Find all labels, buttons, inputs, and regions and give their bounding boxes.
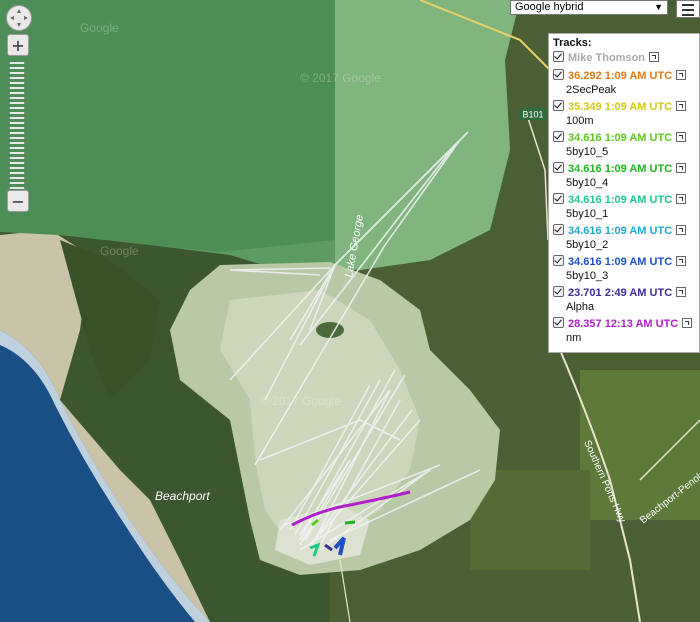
watermark-label: © 2017 Google — [260, 394, 341, 408]
track-value: 28.357 12:13 AM UTC — [568, 318, 679, 330]
beachport-label: Beachport — [155, 489, 210, 503]
external-link-icon[interactable] — [676, 256, 687, 266]
track-checkbox[interactable] — [553, 162, 564, 173]
track-value: 23.701 2:49 AM UTC — [568, 287, 673, 299]
track-value: 35.349 1:09 AM UTC — [568, 101, 673, 113]
track-checkbox[interactable] — [553, 131, 564, 142]
external-link-icon[interactable] — [676, 287, 687, 297]
track-checkbox[interactable] — [553, 69, 564, 80]
hamburger-icon — [682, 4, 694, 6]
track-item: 34.616 1:09 AM UTC 5by10_5 — [553, 131, 699, 162]
zoom-out-button[interactable]: − — [7, 190, 29, 212]
map-type-value: Google hybrid — [515, 1, 584, 13]
track-item: 28.357 12:13 AM UTC nm — [553, 317, 699, 348]
track-list: 36.292 1:09 AM UTC 2SecPeak 35.349 1:09 AM… — [553, 69, 699, 348]
external-link-icon[interactable] — [676, 70, 687, 80]
track-name: 5by10_2 — [566, 239, 609, 251]
track-checkbox[interactable] — [553, 193, 564, 204]
external-link-icon[interactable] — [676, 225, 687, 235]
external-link-icon[interactable] — [676, 194, 687, 204]
external-link-icon[interactable] — [682, 318, 693, 328]
tracks-heading: Tracks: — [553, 37, 592, 49]
track-item: 35.349 1:09 AM UTC 100m — [553, 100, 699, 131]
track-name: nm — [566, 332, 582, 344]
external-link-icon[interactable] — [676, 101, 687, 111]
track-name: 2SecPeak — [566, 84, 617, 96]
tracks-panel: Tracks: Mike Thomson 36.292 1:09 AM UTC 2… — [548, 33, 700, 353]
track-item: 34.616 1:09 AM UTC 5by10_4 — [553, 162, 699, 193]
track-value: 34.616 1:09 AM UTC — [568, 194, 673, 206]
track-value: 34.616 1:09 AM UTC — [568, 256, 673, 268]
track-name: 5by10_5 — [566, 146, 609, 158]
track-item: 36.292 1:09 AM UTC 2SecPeak — [553, 69, 699, 100]
pan-arrows-icon — [10, 9, 28, 27]
track-item: 34.616 1:09 AM UTC 5by10_2 — [553, 224, 699, 255]
dropdown-arrow-icon: ▼ — [654, 2, 663, 12]
track-name: 100m — [566, 115, 594, 127]
external-link-icon[interactable] — [676, 132, 687, 142]
watermark-label: Google — [80, 21, 119, 35]
map-type-select[interactable]: Google hybrid ▼ — [510, 0, 668, 15]
watermark-label: © 2017 Google — [300, 71, 381, 85]
watermark-label: Google — [100, 244, 139, 258]
track-value: 34.616 1:09 AM UTC — [568, 132, 673, 144]
road-b101-label: B101 — [522, 110, 543, 120]
track-name: 5by10_3 — [566, 270, 609, 282]
track-group: Mike Thomson — [553, 51, 699, 69]
external-link-icon[interactable] — [649, 52, 660, 62]
track-value: 36.292 1:09 AM UTC — [568, 70, 673, 82]
minus-icon: − — [11, 191, 25, 211]
track-checkbox[interactable] — [553, 255, 564, 266]
track-value: 34.616 1:09 AM UTC — [568, 225, 673, 237]
menu-button[interactable] — [676, 0, 700, 18]
track-item: 34.616 1:09 AM UTC 5by10_1 — [553, 193, 699, 224]
track-name: Alpha — [566, 301, 595, 313]
track-item: 34.616 1:09 AM UTC 5by10_3 — [553, 255, 699, 286]
track-line-5by10-4 — [344, 520, 356, 525]
track-name: 5by10_4 — [566, 177, 609, 189]
plus-icon: + — [11, 35, 25, 55]
track-checkbox[interactable] — [553, 224, 564, 235]
group-checkbox[interactable] — [553, 51, 564, 62]
zoom-in-button[interactable]: + — [7, 34, 29, 56]
external-link-icon[interactable] — [676, 163, 687, 173]
track-checkbox[interactable] — [553, 286, 564, 297]
track-checkbox[interactable] — [553, 317, 564, 328]
zoom-slider[interactable] — [9, 62, 25, 192]
track-checkbox[interactable] — [553, 100, 564, 111]
track-item: 23.701 2:49 AM UTC Alpha — [553, 286, 699, 317]
pan-control[interactable] — [6, 5, 32, 31]
group-name: Mike Thomson — [568, 52, 646, 64]
track-name: 5by10_1 — [566, 208, 609, 220]
track-value: 34.616 1:09 AM UTC — [568, 163, 673, 175]
